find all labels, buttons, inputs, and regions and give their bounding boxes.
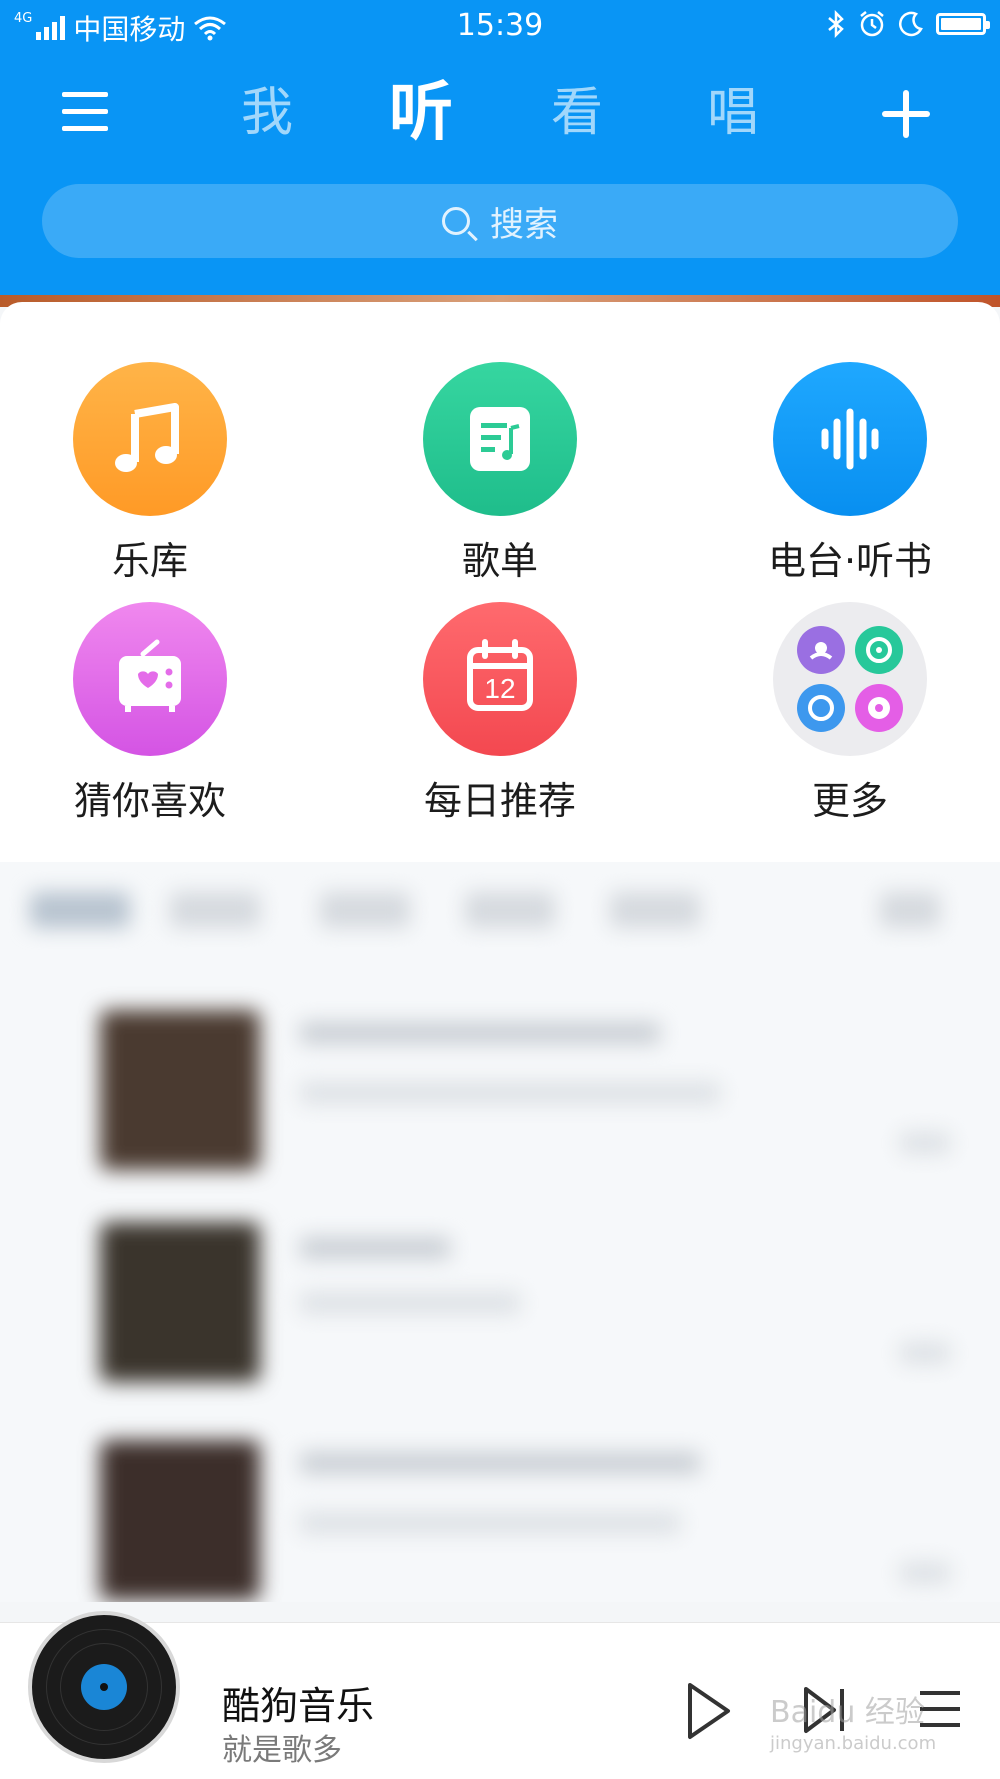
search-icon <box>442 207 470 235</box>
alarm-icon <box>860 11 884 37</box>
feature-label: 每日推荐 <box>423 779 576 823</box>
radio-heart-icon <box>73 602 227 756</box>
watermark-text: Baidu 经验 <box>770 1695 925 1730</box>
play-icon[interactable] <box>684 1681 734 1741</box>
feature-guess-you-like[interactable]: 猜你喜欢 <box>0 602 300 825</box>
music-note-icon <box>73 362 227 516</box>
feature-label: 更多 <box>811 779 888 823</box>
bluetooth-icon <box>828 10 844 38</box>
battery-icon <box>936 13 990 35</box>
album-disc[interactable] <box>28 1611 180 1763</box>
mini-player[interactable]: 酷狗音乐 就是歌多 Baidu 经验 jingyan.baidu.com <box>0 1611 1000 1779</box>
add-icon[interactable] <box>882 90 930 138</box>
watermark-url: jingyan.baidu.com <box>770 1733 937 1754</box>
status-bar: 4G 中国移动 15:39 <box>0 0 1000 52</box>
feature-card: 乐库 歌单 电台·听书 猜你喜欢 12 每日推荐 更多 <box>0 302 1000 862</box>
tab-watch[interactable]: 看 <box>522 78 632 148</box>
feature-playlist[interactable]: 歌单 <box>350 362 650 585</box>
top-nav: 我 听 看 唱 <box>0 60 1000 170</box>
feature-radio-audiobook[interactable]: 电台·听书 <box>700 362 1000 585</box>
tab-me[interactable]: 我 <box>212 78 322 148</box>
feature-label: 电台·听书 <box>767 539 933 583</box>
feature-label: 歌单 <box>461 539 538 583</box>
track-subtitle: 就是歌多 <box>222 1733 342 1768</box>
feature-daily-recommend[interactable]: 12 每日推荐 <box>350 602 650 825</box>
feature-label: 猜你喜欢 <box>73 779 226 823</box>
tab-sing[interactable]: 唱 <box>678 78 788 148</box>
menu-icon[interactable] <box>62 92 108 132</box>
moon-icon <box>899 11 923 37</box>
sound-wave-icon <box>773 362 927 516</box>
calendar-icon: 12 <box>423 602 577 756</box>
feature-music-library[interactable]: 乐库 <box>0 362 300 585</box>
playlist-icon <box>423 362 577 516</box>
search-bar[interactable]: 搜索 <box>42 184 958 258</box>
track-title: 酷狗音乐 <box>222 1684 375 1728</box>
search-placeholder: 搜索 <box>490 204 558 245</box>
more-apps-icon <box>773 602 927 756</box>
feature-label: 乐库 <box>111 539 188 583</box>
tab-listen[interactable]: 听 <box>366 78 476 148</box>
feature-more[interactable]: 更多 <box>700 602 1000 825</box>
top-header: 4G 中国移动 15:39 我 听 看 唱 搜索 <box>0 0 1000 300</box>
calendar-day: 12 <box>484 673 515 704</box>
blurred-content <box>0 862 1000 1602</box>
